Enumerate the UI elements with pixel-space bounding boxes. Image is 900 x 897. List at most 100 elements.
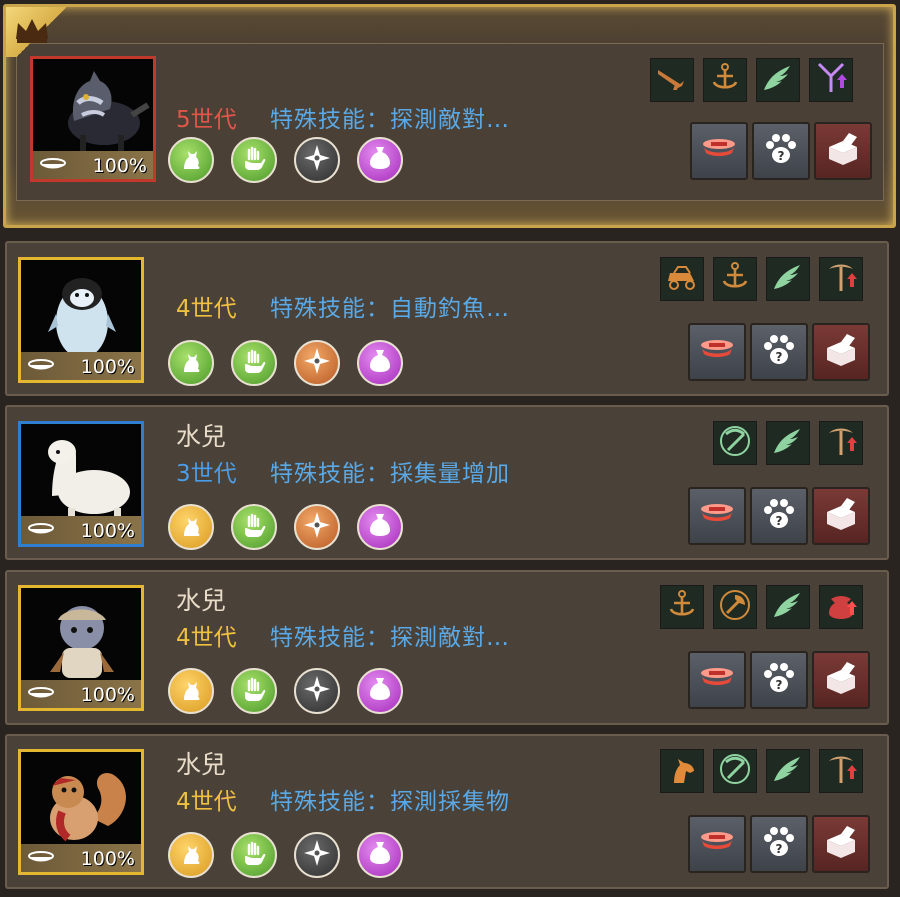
trait-cat-icon[interactable] (168, 832, 214, 878)
satiety-percent: 100% (80, 356, 135, 378)
pet-portrait[interactable]: 100% (18, 421, 144, 547)
cat-icon (176, 510, 206, 544)
trait-cat-icon[interactable] (168, 340, 214, 386)
trait-hand-icon[interactable] (231, 340, 277, 386)
compass-icon (302, 143, 332, 177)
release-button[interactable] (812, 323, 870, 381)
trait-pouch-icon[interactable] (357, 668, 403, 714)
pet-portrait[interactable]: 100% (18, 749, 144, 875)
trait-hand-icon[interactable] (231, 832, 277, 878)
special-skill: 特殊技能：採集量增加 (270, 461, 510, 487)
skill-badge[interactable] (766, 257, 810, 301)
skill-badge[interactable] (819, 257, 863, 301)
pet-portrait[interactable]: 100% (18, 585, 144, 711)
skill-badge[interactable] (713, 421, 757, 465)
trait-hand-icon[interactable] (231, 137, 277, 183)
pet-info-button[interactable]: ? (752, 122, 810, 180)
trait-compass-icon[interactable] (294, 504, 340, 550)
pouch-icon (365, 838, 395, 872)
anchor-icon (717, 259, 753, 299)
skill-badge[interactable] (766, 421, 810, 465)
skill-badge[interactable] (660, 257, 704, 301)
skill-badge[interactable] (660, 749, 704, 793)
hand-icon (239, 838, 269, 872)
pouch-icon (365, 143, 395, 177)
skill-badge[interactable] (819, 585, 863, 629)
paw-question-icon: ? (759, 822, 799, 866)
trait-hand-icon[interactable] (231, 504, 277, 550)
trait-compass-icon[interactable] (294, 340, 340, 386)
pet-portrait[interactable]: 100% (30, 56, 156, 182)
trait-cat-icon[interactable] (168, 504, 214, 550)
skill-badge[interactable] (713, 749, 757, 793)
svg-text:?: ? (776, 678, 783, 692)
skill-badge[interactable] (703, 58, 747, 102)
skill-badge[interactable] (713, 257, 757, 301)
compass-icon (302, 346, 332, 380)
pet-info-button[interactable]: ? (750, 323, 808, 381)
pet-generation: 3世代 (176, 461, 237, 487)
special-skill: 特殊技能：探測敵對… (270, 625, 510, 651)
trait-cat-icon[interactable] (168, 668, 214, 714)
wing-icon (770, 423, 806, 463)
trait-compass-icon[interactable] (294, 668, 340, 714)
feed-bowl-icon (697, 822, 737, 866)
feed-bowl-icon (697, 494, 737, 538)
trait-hand-icon[interactable] (231, 668, 277, 714)
cat-icon (176, 674, 206, 708)
anchor-icon (664, 587, 700, 627)
release-button[interactable] (814, 122, 872, 180)
pet-generation: 4世代 (176, 789, 237, 815)
wing-icon (760, 60, 796, 100)
trait-cat-icon[interactable] (168, 137, 214, 183)
trait-compass-icon[interactable] (294, 137, 340, 183)
release-button[interactable] (812, 651, 870, 709)
trait-pouch-icon[interactable] (357, 832, 403, 878)
feed-bowl-icon (697, 658, 737, 702)
wing-icon (770, 587, 806, 627)
crown-badge (6, 7, 66, 57)
skill-badge[interactable] (650, 58, 694, 102)
pickaxe-icon (717, 751, 753, 791)
cat-icon (176, 346, 206, 380)
trait-pouch-icon[interactable] (357, 137, 403, 183)
feed-button[interactable] (690, 122, 748, 180)
feed-button[interactable] (688, 651, 746, 709)
svg-text:?: ? (778, 149, 785, 163)
pet-info-button[interactable]: ? (750, 815, 808, 873)
paw-question-icon: ? (759, 658, 799, 702)
feed-button[interactable] (688, 323, 746, 381)
pet-info-button[interactable]: ? (750, 487, 808, 545)
svg-text:?: ? (776, 350, 783, 364)
pouch-icon (365, 674, 395, 708)
trait-compass-icon[interactable] (294, 832, 340, 878)
skill-badge[interactable] (819, 749, 863, 793)
release-button[interactable] (812, 487, 870, 545)
compass-icon (302, 674, 332, 708)
feed-button[interactable] (688, 487, 746, 545)
pouch-icon (365, 346, 395, 380)
cat-icon (176, 143, 206, 177)
pet-generation: 4世代 (176, 625, 237, 651)
pet-name: 水兒 (176, 422, 227, 451)
release-button[interactable] (812, 815, 870, 873)
pickaxe-up-icon (823, 751, 859, 791)
pet-portrait[interactable]: 100% (18, 257, 144, 383)
hand-icon (239, 674, 269, 708)
pet-info-button[interactable]: ? (750, 651, 808, 709)
open-box-icon (821, 330, 861, 374)
skill-badge[interactable] (766, 749, 810, 793)
skill-badge[interactable] (660, 585, 704, 629)
svg-text:?: ? (776, 514, 783, 528)
skill-badge[interactable] (756, 58, 800, 102)
skill-badge[interactable] (713, 585, 757, 629)
skill-badge[interactable] (766, 585, 810, 629)
trait-pouch-icon[interactable] (357, 504, 403, 550)
trait-pouch-icon[interactable] (357, 340, 403, 386)
pouch-icon (365, 510, 395, 544)
arrow-up-icon (813, 60, 849, 100)
feed-button[interactable] (688, 815, 746, 873)
hand-icon (239, 510, 269, 544)
skill-badge[interactable] (819, 421, 863, 465)
skill-badge[interactable] (809, 58, 853, 102)
